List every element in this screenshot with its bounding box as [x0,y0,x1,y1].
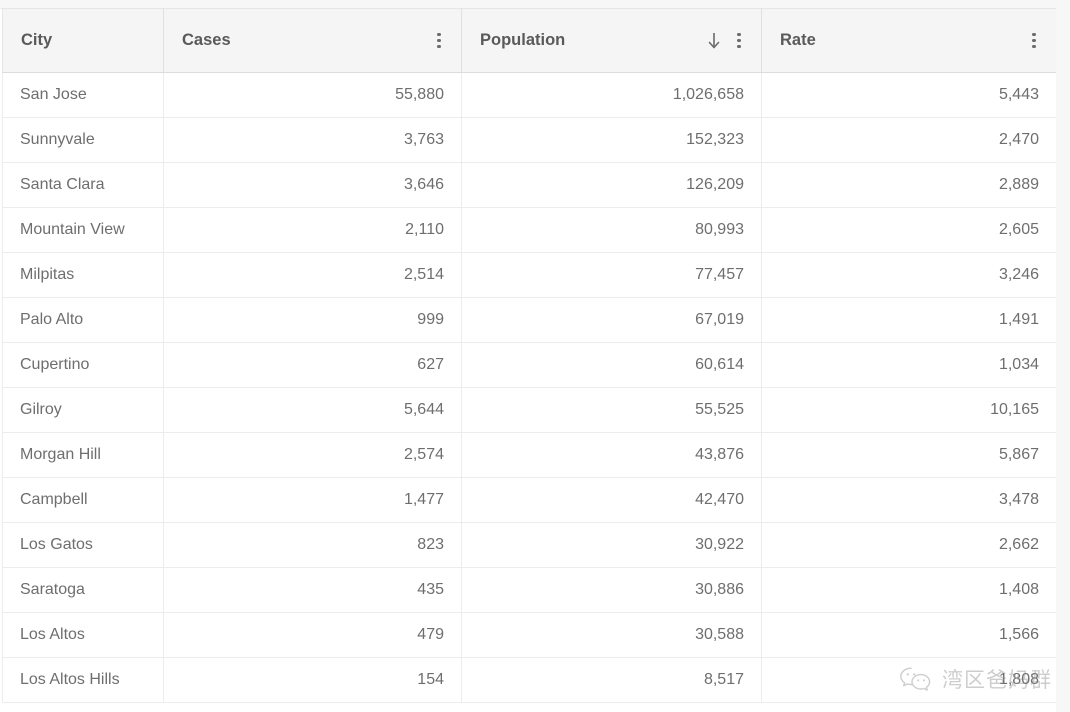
page-right-gutter [1056,0,1070,712]
table-cell-cases: 154 [163,657,462,703]
table-cell-cases: 3,646 [163,162,462,208]
table-cell-cases: 479 [163,612,462,658]
table-cell-rate: 1,034 [761,342,1056,388]
kebab-menu-icon-rate[interactable] [1026,30,1042,52]
table-cell-city: Los Altos Hills [2,657,164,703]
column-header-rate[interactable]: Rate [761,8,1056,73]
table-cell-city: Milpitas [2,252,164,298]
kebab-menu-icon-population[interactable] [731,30,747,52]
table-row[interactable]: Morgan Hill 2,574 43,876 5,867 [2,432,1056,478]
table-cell-rate: 2,889 [761,162,1056,208]
table-cell-cases: 823 [163,522,462,568]
table-cell-population: 42,470 [461,477,762,523]
column-header-city-label: City [21,31,53,49]
table-cell-rate: 10,165 [761,387,1056,433]
table-cell-city: Campbell [2,477,164,523]
table-cell-city: Sunnyvale [2,117,164,163]
kebab-menu-icon-cases[interactable] [431,30,447,52]
table-cell-cases: 3,763 [163,117,462,163]
table-cell-rate: 3,246 [761,252,1056,298]
table-cell-population: 55,525 [461,387,762,433]
table-cell-population: 60,614 [461,342,762,388]
table-cell-rate: 5,867 [761,432,1056,478]
table-header-row: City Cases Population Rate [2,8,1056,73]
table-cell-population: 67,019 [461,297,762,343]
table-row[interactable]: Palo Alto 999 67,019 1,491 [2,297,1056,343]
table-cell-rate: 1,408 [761,567,1056,613]
table-cell-city: Morgan Hill [2,432,164,478]
table-cell-cases: 627 [163,342,462,388]
table-cell-population: 152,323 [461,117,762,163]
table-row[interactable]: Campbell 1,477 42,470 3,478 [2,477,1056,523]
table-cell-city: Los Gatos [2,522,164,568]
table-cell-population: 30,886 [461,567,762,613]
table-row[interactable]: Milpitas 2,514 77,457 3,246 [2,252,1056,298]
table-body: San Jose 55,880 1,026,658 5,443 Sunnyvale 3,7… [2,72,1056,703]
sort-arrow-down-icon-population[interactable] [705,31,723,51]
table-cell-cases: 55,880 [163,72,462,118]
table-row[interactable]: Gilroy 5,644 55,525 10,165 [2,387,1056,433]
column-header-population[interactable]: Population [461,8,762,73]
table-cell-population: 8,517 [461,657,762,703]
table-cell-cases: 5,644 [163,387,462,433]
table-cell-city: Palo Alto [2,297,164,343]
table-cell-city: Los Altos [2,612,164,658]
table-cell-population: 80,993 [461,207,762,253]
table-row[interactable]: Saratoga 435 30,886 1,408 [2,567,1056,613]
table-cell-population: 30,588 [461,612,762,658]
table-cell-city: Cupertino [2,342,164,388]
column-header-cases-label: Cases [182,31,231,49]
table-row[interactable]: Los Gatos 823 30,922 2,662 [2,522,1056,568]
table-row[interactable]: Cupertino 627 60,614 1,034 [2,342,1056,388]
table-row[interactable]: Santa Clara 3,646 126,209 2,889 [2,162,1056,208]
table-cell-rate: 1,566 [761,612,1056,658]
table-cell-rate: 2,662 [761,522,1056,568]
table-cell-population: 30,922 [461,522,762,568]
table-cell-rate: 1,491 [761,297,1056,343]
table-row[interactable]: Los Altos 479 30,588 1,566 [2,612,1056,658]
table-row[interactable]: Sunnyvale 3,763 152,323 2,470 [2,117,1056,163]
column-header-rate-label: Rate [780,31,816,49]
table-cell-cases: 1,477 [163,477,462,523]
table-cell-cases: 435 [163,567,462,613]
table-cell-cases: 999 [163,297,462,343]
table-cell-rate: 2,605 [761,207,1056,253]
table-cell-rate: 1,808 [761,657,1056,703]
table-cell-city: San Jose [2,72,164,118]
table-cell-rate: 5,443 [761,72,1056,118]
table-cell-rate: 3,478 [761,477,1056,523]
column-header-city[interactable]: City [2,8,164,73]
table-cell-city: Mountain View [2,207,164,253]
data-table-container: City Cases Population Rate San Jose 55,8… [2,8,1056,712]
city-statistics-table: City Cases Population Rate San Jose 55,8… [2,8,1056,703]
table-cell-city: Gilroy [2,387,164,433]
table-cell-population: 126,209 [461,162,762,208]
table-row[interactable]: San Jose 55,880 1,026,658 5,443 [2,72,1056,118]
column-header-population-label: Population [480,31,566,49]
column-header-cases[interactable]: Cases [163,8,462,73]
table-cell-cases: 2,514 [163,252,462,298]
table-header: City Cases Population Rate [2,8,1056,73]
table-row[interactable]: Mountain View 2,110 80,993 2,605 [2,207,1056,253]
table-cell-cases: 2,110 [163,207,462,253]
table-cell-rate: 2,470 [761,117,1056,163]
table-cell-city: Saratoga [2,567,164,613]
table-cell-cases: 2,574 [163,432,462,478]
table-cell-population: 1,026,658 [461,72,762,118]
table-cell-population: 77,457 [461,252,762,298]
table-row[interactable]: Los Altos Hills 154 8,517 1,808 [2,657,1056,703]
table-cell-city: Santa Clara [2,162,164,208]
table-cell-population: 43,876 [461,432,762,478]
